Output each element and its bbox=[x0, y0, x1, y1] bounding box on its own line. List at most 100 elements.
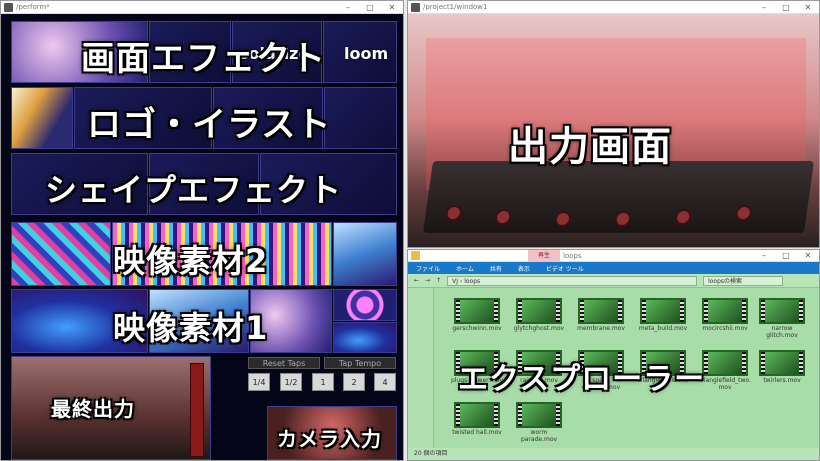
navigation-pane[interactable] bbox=[408, 288, 434, 448]
file-name: twisted hall.mov bbox=[452, 429, 502, 436]
output-level-meter bbox=[190, 363, 204, 457]
close-button[interactable]: ✕ bbox=[797, 3, 819, 12]
maximize-button[interactable]: □ bbox=[775, 3, 797, 12]
address-bar: ← → ↑ VJ › loops loopsの検索 bbox=[408, 274, 819, 288]
clip1-tile-4[interactable] bbox=[333, 289, 397, 321]
tempo-4-button[interactable]: 4 bbox=[374, 373, 396, 391]
video-thumbnail-icon bbox=[454, 402, 500, 428]
shape-effect-label: シェイプエフェクト bbox=[45, 171, 343, 209]
video-thumbnail-icon bbox=[454, 298, 500, 324]
back-arrow-icon[interactable]: ← bbox=[414, 277, 419, 284]
output-video: 出力画面 bbox=[408, 14, 819, 247]
play-contextual-tab[interactable]: 再生 bbox=[528, 250, 561, 262]
knob bbox=[494, 209, 513, 225]
ribbon-tabs: ファイル ホーム 共有 表示 ビデオ ツール bbox=[408, 262, 819, 274]
perform-panel: solarize loom 画面エフェクト ロゴ・イラスト シェイプエフェクト … bbox=[1, 14, 403, 460]
file-item[interactable]: narrow glitch.mov bbox=[753, 298, 811, 339]
file-item[interactable]: mocircshii.mov bbox=[696, 298, 754, 332]
file-name: worm parade.mov bbox=[520, 429, 558, 443]
tab-video-tools[interactable]: ビデオ ツール bbox=[538, 264, 592, 273]
final-output-label: 最終出力 bbox=[51, 397, 135, 421]
tempo-quarter-button[interactable]: 1/4 bbox=[248, 373, 270, 391]
maximize-button[interactable]: □ bbox=[775, 251, 797, 260]
video-thumbnail-icon bbox=[759, 350, 805, 376]
minimize-button[interactable]: – bbox=[753, 3, 775, 12]
output-screen-label: 出力画面 bbox=[508, 124, 672, 170]
tempo-half-button[interactable]: 1/2 bbox=[280, 373, 302, 391]
video-thumbnail-icon bbox=[759, 298, 805, 324]
folder-icon bbox=[411, 251, 420, 260]
video-thumbnail-icon bbox=[702, 298, 748, 324]
file-item[interactable]: twisted hall.mov bbox=[448, 402, 506, 436]
close-button[interactable]: ✕ bbox=[381, 3, 403, 12]
video-thumbnail-icon bbox=[516, 298, 562, 324]
knob bbox=[734, 205, 753, 221]
file-name: twirlers.mov bbox=[763, 377, 801, 384]
video-thumbnail-icon bbox=[640, 298, 686, 324]
perform-titlebar[interactable]: /perform* – □ ✕ bbox=[1, 1, 403, 14]
output-titlebar[interactable]: /project1/window1 – □ ✕ bbox=[408, 1, 819, 14]
forward-arrow-icon[interactable]: → bbox=[425, 277, 430, 284]
video-thumbnail-icon bbox=[702, 350, 748, 376]
logo-illust-label: ロゴ・イラスト bbox=[87, 105, 332, 145]
tempo-2-button[interactable]: 2 bbox=[343, 373, 365, 391]
file-item[interactable]: membrane.mov bbox=[572, 298, 630, 332]
tab-share[interactable]: 共有 bbox=[482, 264, 510, 273]
file-item[interactable]: glytchghost.mov bbox=[510, 298, 568, 332]
explorer-titlebar[interactable]: 再生 loops – □ ✕ bbox=[408, 250, 819, 262]
file-item[interactable]: gerschwinn.mov bbox=[448, 298, 506, 332]
file-name: membrane.mov bbox=[577, 325, 625, 332]
tab-home[interactable]: ホーム bbox=[448, 264, 482, 273]
clip2-tile-1[interactable] bbox=[11, 222, 111, 286]
file-name: trianglefield_two. mov bbox=[699, 377, 751, 391]
file-name: mocircshii.mov bbox=[702, 325, 748, 332]
tap-tempo-button[interactable]: Tap Tempo bbox=[324, 357, 396, 369]
maximize-button[interactable]: □ bbox=[359, 3, 381, 12]
reset-taps-button[interactable]: Reset Taps bbox=[248, 357, 320, 369]
perform-window: /perform* – □ ✕ solarize loom 画面エフェクト ロゴ… bbox=[0, 0, 404, 461]
file-item[interactable]: twirlers.mov bbox=[753, 350, 811, 384]
tab-file[interactable]: ファイル bbox=[408, 264, 448, 273]
clip2-label: 映像素材2 bbox=[113, 242, 269, 280]
file-name: glytchghost.mov bbox=[513, 325, 565, 332]
up-arrow-icon[interactable]: ↑ bbox=[436, 277, 441, 284]
path-segment-loops[interactable]: loops bbox=[464, 278, 480, 285]
tempo-1-button[interactable]: 1 bbox=[312, 373, 334, 391]
file-name: gerschwinn.mov bbox=[452, 325, 502, 332]
touchdesigner-app-icon bbox=[411, 2, 420, 12]
video-thumbnail-icon bbox=[516, 402, 562, 428]
logo-tile-4[interactable] bbox=[324, 87, 397, 149]
file-item[interactable]: meta_build.mov bbox=[634, 298, 692, 332]
explorer-window-title: loops bbox=[563, 251, 582, 260]
knob bbox=[674, 209, 693, 225]
output-window: /project1/window1 – □ ✕ 出力画面 bbox=[407, 0, 820, 248]
effect-tile-loom[interactable]: loom bbox=[323, 21, 397, 83]
search-box[interactable]: loopsの検索 bbox=[703, 275, 784, 286]
explorer-label: エクスプローラー bbox=[458, 362, 706, 397]
path-field[interactable]: VJ › loops bbox=[447, 275, 698, 286]
camera-input-label: カメラ入力 bbox=[277, 427, 382, 451]
explorer-window: 再生 loops – □ ✕ ファイル ホーム 共有 表示 ビデオ ツール ← … bbox=[407, 249, 820, 461]
clip1-label: 映像素材1 bbox=[113, 309, 269, 347]
video-thumbnail-icon bbox=[578, 298, 624, 324]
clip2-tile-3[interactable] bbox=[333, 222, 397, 286]
logo-tile-1[interactable] bbox=[11, 87, 73, 149]
status-bar: 20 個の項目 bbox=[408, 448, 819, 460]
knob bbox=[553, 211, 573, 227]
path-segment-vj[interactable]: VJ bbox=[452, 278, 458, 285]
minimize-button[interactable]: – bbox=[337, 3, 359, 12]
output-window-title: /project1/window1 bbox=[423, 3, 488, 11]
loom-label: loom bbox=[344, 44, 389, 63]
screen-effect-label: 画面エフェクト bbox=[81, 39, 326, 79]
clip1-tile-5[interactable] bbox=[333, 322, 397, 353]
knob bbox=[444, 205, 463, 221]
perform-window-title: /perform* bbox=[16, 3, 50, 11]
file-name: meta_build.mov bbox=[638, 325, 688, 332]
tab-view[interactable]: 表示 bbox=[510, 264, 538, 273]
file-item[interactable]: worm parade.mov bbox=[510, 402, 568, 443]
knob bbox=[613, 211, 633, 227]
minimize-button[interactable]: – bbox=[753, 251, 775, 260]
explorer-body: ファイル ホーム 共有 表示 ビデオ ツール ← → ↑ VJ › loops … bbox=[408, 262, 819, 460]
close-button[interactable]: ✕ bbox=[797, 251, 819, 260]
file-name: narrow glitch.mov bbox=[766, 325, 798, 339]
